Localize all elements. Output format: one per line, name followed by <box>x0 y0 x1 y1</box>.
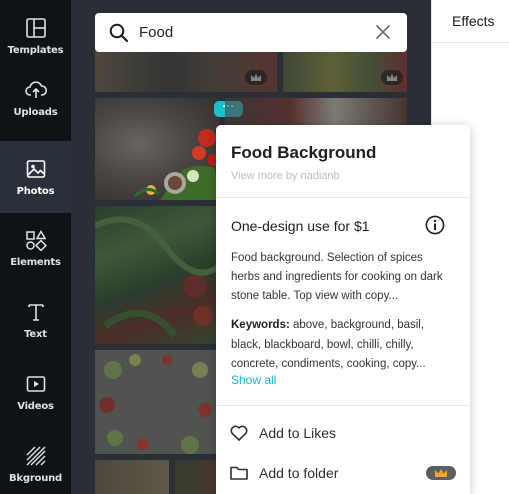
templates-icon <box>25 17 46 38</box>
heart-icon <box>230 425 248 441</box>
photo-thumbnail[interactable] <box>95 460 169 494</box>
license-price: One-design use for $1 <box>231 218 370 234</box>
sidebar-item-label: Templates <box>7 44 64 56</box>
background-stripes-icon <box>26 446 45 465</box>
add-to-likes-button[interactable]: Add to Likes <box>229 423 336 443</box>
sidebar-item-elements[interactable]: Elements <box>0 212 71 284</box>
crown-icon <box>387 74 397 81</box>
search-icon <box>109 23 129 42</box>
premium-crown-badge <box>381 70 403 85</box>
divider <box>216 405 470 406</box>
divider <box>216 197 470 198</box>
author-link[interactable]: View more by nadianb <box>231 170 340 182</box>
show-all-link[interactable]: Show all <box>231 373 276 387</box>
premium-crown-badge <box>245 70 267 85</box>
photo-thumbnail[interactable] <box>95 206 219 344</box>
sidebar-item-uploads[interactable]: Uploads <box>0 62 71 134</box>
shapes-icon <box>25 229 47 251</box>
clear-search-icon[interactable] <box>375 24 391 40</box>
tab-effects[interactable]: Effects <box>452 13 495 29</box>
sidebar-item-label: Photos <box>16 185 55 197</box>
premium-crown-badge <box>426 466 456 480</box>
folder-icon <box>230 466 248 480</box>
text-t-icon <box>27 303 44 321</box>
sidebar-item-text[interactable]: Text <box>0 284 71 356</box>
photo-thumbnail-selected[interactable] <box>95 98 219 200</box>
sidebar-item-label: Videos <box>17 400 54 412</box>
vegetables-photo-image <box>95 216 219 339</box>
sidebar-item-label: Text <box>24 328 47 340</box>
add-to-likes-label: Add to Likes <box>259 425 337 441</box>
photo-thumbnail[interactable] <box>175 460 221 494</box>
sidebar-item-background[interactable]: Bkground <box>0 428 71 494</box>
search-box[interactable] <box>95 13 407 52</box>
sidebar-item-photos[interactable]: Photos <box>0 141 71 213</box>
photo-keywords: Keywords: above, background, basil, blac… <box>231 316 453 374</box>
add-to-folder-button[interactable]: Add to folder <box>229 463 338 483</box>
sidebar-item-label: Uploads <box>13 106 58 118</box>
add-to-folder-label: Add to folder <box>259 465 339 481</box>
sidebar-item-label: Elements <box>10 256 61 268</box>
sidebar-item-label: Bkground <box>8 472 63 484</box>
search-input[interactable] <box>139 24 359 41</box>
info-icon[interactable] <box>425 215 445 235</box>
keywords-label: Keywords: <box>231 319 290 331</box>
crown-icon <box>435 469 447 477</box>
tab-divider <box>432 42 509 43</box>
food-photo-image <box>133 129 219 200</box>
crown-icon <box>251 74 261 81</box>
food-wreath-photo-image <box>95 350 219 454</box>
photo-description: Food background. Selection of spices her… <box>231 252 443 302</box>
photo-details-popover: Food Background View more by nadianb One… <box>216 125 470 494</box>
video-play-icon <box>26 375 45 392</box>
photo-icon <box>26 159 45 178</box>
sidebar-item-videos[interactable]: Videos <box>0 356 71 428</box>
popover-title: Food Background <box>231 143 377 162</box>
upload-cloud-icon <box>24 80 47 98</box>
photo-thumbnail[interactable] <box>95 350 219 454</box>
side-rail: Templates Uploads Photos Elements Text V… <box>0 0 71 494</box>
